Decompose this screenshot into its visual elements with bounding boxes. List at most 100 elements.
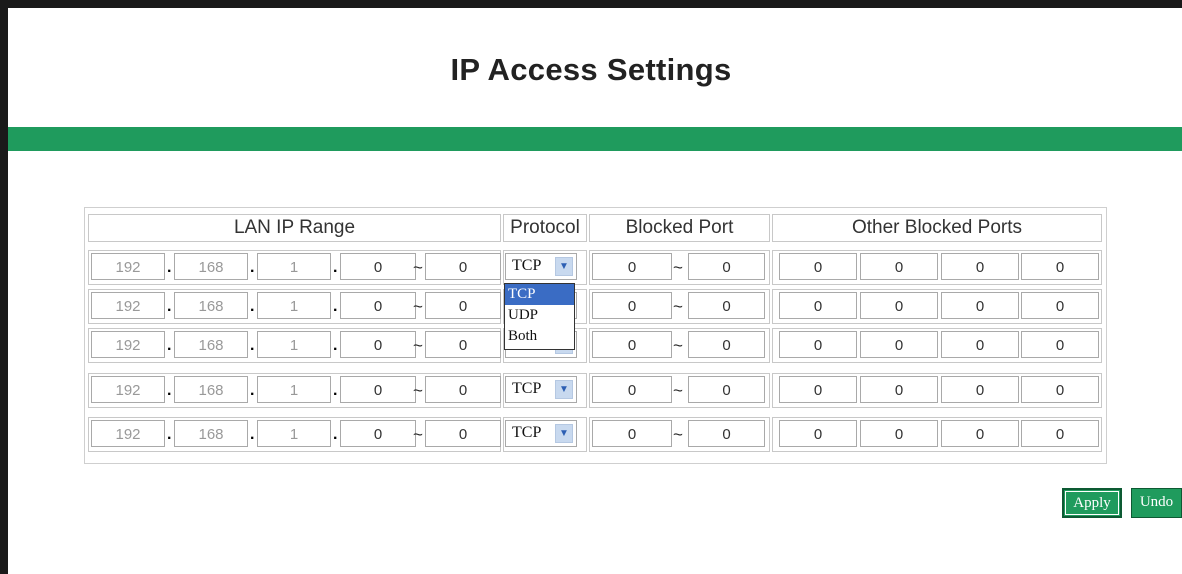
access-settings-table: LAN IP Range Protocol Blocked Port Other…: [84, 207, 1107, 464]
ip-range-tilde: ~: [413, 336, 423, 355]
blocked-port-start-field[interactable]: 0: [592, 253, 672, 280]
other-blocked-port-field[interactable]: 0: [779, 253, 857, 280]
other-blocked-port-field[interactable]: 0: [779, 331, 857, 358]
ip-dot-separator: .: [250, 426, 255, 443]
blocked-port-end-field[interactable]: 0: [688, 420, 765, 447]
other-blocked-port-field[interactable]: 0: [779, 292, 857, 319]
ip-octet-field[interactable]: 1: [257, 292, 331, 319]
other-blocked-port-field[interactable]: 0: [1021, 253, 1099, 280]
dropdown-option-udp[interactable]: UDP: [505, 305, 574, 326]
ip-dot-separator: .: [167, 426, 172, 443]
ip-octet-field[interactable]: 168: [174, 292, 248, 319]
blocked-port-end-field[interactable]: 0: [688, 253, 765, 280]
other-blocked-port-field[interactable]: 0: [779, 420, 857, 447]
port-range-tilde: ~: [673, 381, 683, 400]
other-blocked-port-field[interactable]: 0: [1021, 420, 1099, 447]
ip-dot-separator: .: [167, 337, 172, 354]
ip-octet-field[interactable]: 1: [257, 331, 331, 358]
blocked-port-start-field[interactable]: 0: [592, 420, 672, 447]
port-range-tilde: ~: [673, 258, 683, 277]
blocked-port-start-field[interactable]: 0: [592, 292, 672, 319]
ip-dot-separator: .: [333, 298, 338, 315]
other-blocked-port-field[interactable]: 0: [779, 376, 857, 403]
ip-range-tilde: ~: [413, 297, 423, 316]
ip-dot-separator: .: [250, 259, 255, 276]
other-blocked-port-field[interactable]: 0: [941, 376, 1019, 403]
other-blocked-port-field[interactable]: 0: [941, 253, 1019, 280]
protocol-select[interactable]: TCP ▼: [505, 420, 577, 447]
chevron-down-icon[interactable]: ▼: [555, 257, 573, 276]
ip-octet-field[interactable]: 1: [257, 253, 331, 280]
ip-octet-field[interactable]: 168: [174, 376, 248, 403]
blocked-port-start-field[interactable]: 0: [592, 376, 672, 403]
blocked-port-end-field[interactable]: 0: [688, 331, 765, 358]
apply-button[interactable]: Apply: [1062, 488, 1122, 518]
blocked-port-start-field[interactable]: 0: [592, 331, 672, 358]
ip-octet-field[interactable]: 1: [257, 376, 331, 403]
other-blocked-port-field[interactable]: 0: [941, 420, 1019, 447]
dropdown-option-both[interactable]: Both: [505, 326, 574, 347]
other-blocked-port-field[interactable]: 0: [860, 376, 938, 403]
ip-octet-field[interactable]: 0: [425, 376, 501, 403]
other-blocked-port-field[interactable]: 0: [860, 331, 938, 358]
ip-dot-separator: .: [250, 382, 255, 399]
ip-range-tilde: ~: [413, 258, 423, 277]
port-range-tilde: ~: [673, 336, 683, 355]
other-blocked-port-field[interactable]: 0: [941, 292, 1019, 319]
other-blocked-port-field[interactable]: 0: [941, 331, 1019, 358]
ip-dot-separator: .: [333, 382, 338, 399]
dropdown-option-tcp[interactable]: TCP: [505, 284, 574, 305]
header-divider-bar: [8, 127, 1182, 151]
ip-octet-field[interactable]: 0: [340, 331, 416, 358]
ip-octet-field[interactable]: 168: [174, 331, 248, 358]
ip-octet-field[interactable]: 0: [340, 420, 416, 447]
other-blocked-port-field[interactable]: 0: [1021, 292, 1099, 319]
port-range-tilde: ~: [673, 297, 683, 316]
ip-octet-field[interactable]: 0: [425, 253, 501, 280]
ip-octet-field[interactable]: 1: [257, 420, 331, 447]
protocol-select-value: TCP: [512, 380, 542, 397]
ip-dot-separator: .: [333, 259, 338, 276]
protocol-dropdown-list: TCP UDP Both: [504, 283, 575, 350]
ip-dot-separator: .: [167, 382, 172, 399]
blocked-port-end-field[interactable]: 0: [688, 376, 765, 403]
ip-octet-field[interactable]: 0: [340, 376, 416, 403]
ip-octet-field[interactable]: 192: [91, 253, 165, 280]
protocol-select-value: TCP: [512, 424, 542, 441]
ip-dot-separator: .: [333, 337, 338, 354]
ip-dot-separator: .: [250, 337, 255, 354]
ip-octet-field[interactable]: 192: [91, 331, 165, 358]
other-blocked-port-field[interactable]: 0: [1021, 331, 1099, 358]
protocol-select-value: TCP: [512, 257, 542, 274]
blocked-port-end-field[interactable]: 0: [688, 292, 765, 319]
ip-dot-separator: .: [333, 426, 338, 443]
header-lan-ip-range: LAN IP Range: [88, 214, 501, 242]
chevron-down-icon[interactable]: ▼: [555, 424, 573, 443]
ip-octet-field[interactable]: 0: [425, 420, 501, 447]
ip-octet-field[interactable]: 0: [425, 331, 501, 358]
other-blocked-port-field[interactable]: 0: [1021, 376, 1099, 403]
protocol-select[interactable]: TCP ▼: [505, 253, 577, 280]
other-blocked-port-field[interactable]: 0: [860, 292, 938, 319]
ip-octet-field[interactable]: 0: [340, 292, 416, 319]
header-blocked-port: Blocked Port: [589, 214, 770, 242]
other-blocked-port-field[interactable]: 0: [860, 420, 938, 447]
window-frame-top: [0, 0, 1182, 8]
ip-octet-field[interactable]: 192: [91, 376, 165, 403]
protocol-select[interactable]: TCP ▼: [505, 376, 577, 403]
ip-octet-field[interactable]: 192: [91, 420, 165, 447]
ip-octet-field[interactable]: 0: [340, 253, 416, 280]
ip-octet-field[interactable]: 192: [91, 292, 165, 319]
ip-dot-separator: .: [167, 259, 172, 276]
header-protocol: Protocol: [503, 214, 587, 242]
chevron-down-icon[interactable]: ▼: [555, 380, 573, 399]
ip-octet-field[interactable]: 168: [174, 253, 248, 280]
undo-button[interactable]: Undo: [1131, 488, 1182, 518]
ip-range-tilde: ~: [413, 381, 423, 400]
port-range-tilde: ~: [673, 425, 683, 444]
ip-octet-field[interactable]: 0: [425, 292, 501, 319]
other-blocked-port-field[interactable]: 0: [860, 253, 938, 280]
ip-range-tilde: ~: [413, 425, 423, 444]
ip-dot-separator: .: [167, 298, 172, 315]
ip-octet-field[interactable]: 168: [174, 420, 248, 447]
